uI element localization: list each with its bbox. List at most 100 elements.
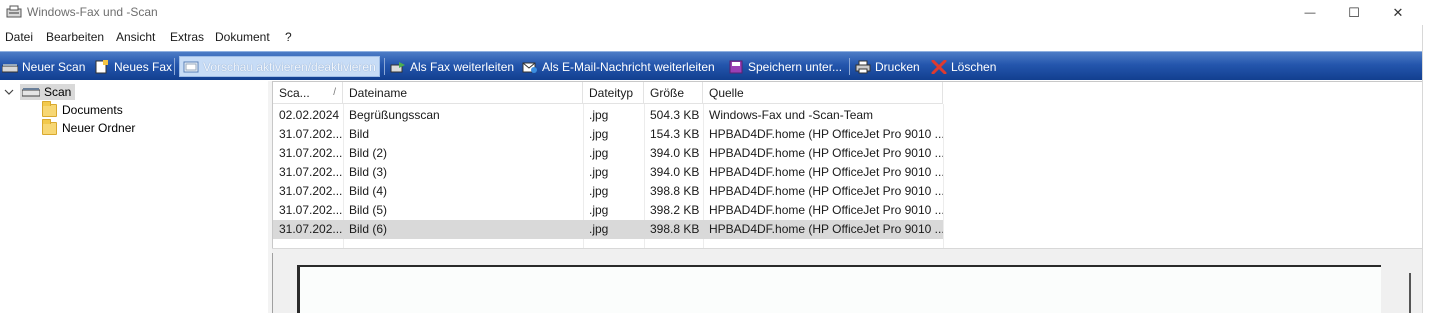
column-header-source-label: Quelle [709, 86, 744, 100]
table-row[interactable]: 31.07.202... Bild (3) .jpg 394.0 KB HPBAD4DF… [273, 163, 943, 182]
menu-help[interactable]: ? [285, 30, 292, 44]
cell-size: 398.8 KB [650, 222, 700, 236]
sort-indicator: / [333, 87, 336, 98]
menu-bar: Datei Bearbeiten Ansicht Extras Dokument… [0, 27, 1432, 48]
cell-filename: Bild (2) [349, 146, 388, 160]
new-scan-button[interactable]: Neuer Scan [2, 56, 85, 77]
menu-dokument[interactable]: Dokument [215, 30, 270, 44]
file-list: Sca... / Dateiname Dateityp Größe Quelle… [272, 81, 1422, 249]
toggle-preview-label: Vorschau aktivieren/deaktivieren [203, 59, 376, 74]
print-button[interactable]: Drucken [855, 56, 920, 77]
chevron-down-icon[interactable] [4, 87, 14, 97]
menu-extras[interactable]: Extras [170, 30, 204, 44]
cell-size: 504.3 KB [650, 108, 700, 122]
table-row[interactable]: 31.07.202... Bild (5) .jpg 398.2 KB HPBAD4DF… [273, 201, 943, 220]
cell-filetype: .jpg [589, 184, 609, 198]
list-header: Sca... / Dateiname Dateityp Größe Quelle [273, 82, 943, 104]
save-icon [729, 60, 743, 73]
cell-filename: Bild (4) [349, 184, 388, 198]
cell-source: HPBAD4DF.home (HP OfficeJet Pro 9010 ... [709, 203, 943, 217]
cell-size: 394.0 KB [650, 146, 700, 160]
preview-page [297, 265, 1381, 313]
menu-ansicht[interactable]: Ansicht [116, 30, 155, 44]
cell-source: HPBAD4DF.home (HP OfficeJet Pro 9010 ... [709, 184, 943, 198]
forward-fax-label: Als Fax weiterleiten [410, 59, 515, 74]
column-header-scan-date-label: Sca... [279, 86, 310, 100]
table-row[interactable]: 31.07.202... Bild (2) .jpg 394.0 KB HPBAD4DF… [273, 144, 943, 163]
minimize-icon: — [1304, 6, 1316, 19]
delete-label: Löschen [951, 59, 997, 74]
cell-source: HPBAD4DF.home (HP OfficeJet Pro 9010 ... [709, 165, 943, 179]
save-as-button[interactable]: Speichern unter... [728, 56, 842, 77]
cell-scan-date: 31.07.202... [279, 222, 343, 236]
forward-email-icon [522, 62, 537, 73]
tree-item-neuer-ordner[interactable]: Neuer Ordner [42, 118, 136, 137]
close-button[interactable]: ✕ [1376, 0, 1420, 25]
table-row[interactable]: 02.02.2024 Begrüßungsscan .jpg 504.3 KB Wind… [273, 106, 943, 125]
column-divider [943, 104, 944, 249]
new-fax-button[interactable]: Neues Fax [94, 56, 172, 77]
cell-source: HPBAD4DF.home (HP OfficeJet Pro 9010 ... [709, 127, 943, 141]
cell-source: Windows-Fax und -Scan-Team [709, 108, 874, 122]
table-row[interactable]: 31.07.202... Bild (6) .jpg 398.8 KB HPBAD4DF… [273, 220, 943, 239]
cell-filetype: .jpg [589, 146, 609, 160]
cell-source: HPBAD4DF.home (HP OfficeJet Pro 9010 ... [709, 146, 943, 160]
cell-filetype: .jpg [589, 127, 609, 141]
tree-item-scan-label: Scan [44, 85, 72, 99]
folder-icon [42, 100, 57, 117]
title-bar: Windows-Fax und -Scan — ☐ ✕ [0, 0, 1432, 25]
forward-fax-button[interactable]: Als Fax weiterleiten [390, 56, 514, 77]
cell-filename: Bild (3) [349, 165, 388, 179]
column-header-size-label: Größe [650, 86, 685, 100]
toolbar-separator [384, 58, 385, 75]
cell-scan-date: 31.07.202... [279, 165, 343, 179]
folder-tree: Scan Documents Neuer Ordner [0, 81, 268, 313]
cell-size: 398.8 KB [650, 184, 700, 198]
toolbar: Neuer Scan Neues Fax Vorschau aktivieren… [0, 51, 1422, 80]
cell-filename: Bild (6) [349, 222, 388, 236]
cell-filename: Bild (5) [349, 203, 388, 217]
cell-filename: Bild [349, 127, 370, 141]
new-fax-label: Neues Fax [114, 59, 173, 74]
tree-item-documents-label: Documents [62, 103, 123, 117]
cell-scan-date: 31.07.202... [279, 146, 343, 160]
close-icon: ✕ [1392, 4, 1404, 20]
table-row[interactable]: 31.07.202... Bild (4) .jpg 398.8 KB HPBAD4DF… [273, 182, 943, 201]
tree-item-documents[interactable]: Documents [42, 100, 123, 119]
cell-source: HPBAD4DF.home (HP OfficeJet Pro 9010 ... [709, 222, 943, 236]
column-header-filetype[interactable]: Dateityp [583, 82, 644, 104]
maximize-icon: ☐ [1348, 4, 1360, 20]
cell-size: 398.2 KB [650, 203, 700, 217]
forward-email-button[interactable]: Als E-Mail-Nachricht weiterleiten [522, 56, 715, 77]
window-right-edge [1422, 25, 1432, 313]
column-header-scan-date[interactable]: Sca... / [273, 82, 343, 104]
toggle-preview-button[interactable]: Vorschau aktivieren/deaktivieren [179, 56, 380, 77]
window-title: Windows-Fax und -Scan [27, 5, 158, 19]
printer-icon [855, 60, 871, 73]
scanner-icon [22, 88, 40, 97]
maximize-button[interactable]: ☐ [1332, 0, 1376, 25]
menu-datei[interactable]: Datei [5, 30, 33, 44]
column-header-source[interactable]: Quelle [703, 82, 943, 104]
tree-item-scan[interactable]: Scan [4, 83, 76, 101]
preview-pane [272, 253, 1422, 313]
delete-button[interactable]: Löschen [931, 56, 996, 77]
cell-scan-date: 31.07.202... [279, 203, 343, 217]
column-header-size[interactable]: Größe [644, 82, 703, 104]
cell-scan-date: 31.07.202... [279, 127, 343, 141]
new-fax-icon [95, 59, 108, 73]
cell-filetype: .jpg [589, 108, 609, 122]
folder-icon [42, 118, 57, 135]
menu-bearbeiten[interactable]: Bearbeiten [46, 30, 104, 44]
column-header-filename[interactable]: Dateiname [343, 82, 583, 104]
cell-scan-date: 02.02.2024 [279, 108, 340, 122]
delete-icon [931, 59, 947, 74]
table-row[interactable]: 31.07.202... Bild .jpg 154.3 KB HPBAD4DF.hom… [273, 125, 943, 144]
forward-fax-icon [390, 61, 405, 72]
toolbar-separator [174, 58, 175, 75]
cell-filetype: .jpg [589, 165, 609, 179]
tree-item-neuer-ordner-label: Neuer Ordner [62, 121, 136, 135]
preview-scrollbar[interactable] [1409, 273, 1411, 313]
cell-size: 394.0 KB [650, 165, 700, 179]
minimize-button[interactable]: — [1288, 0, 1332, 25]
